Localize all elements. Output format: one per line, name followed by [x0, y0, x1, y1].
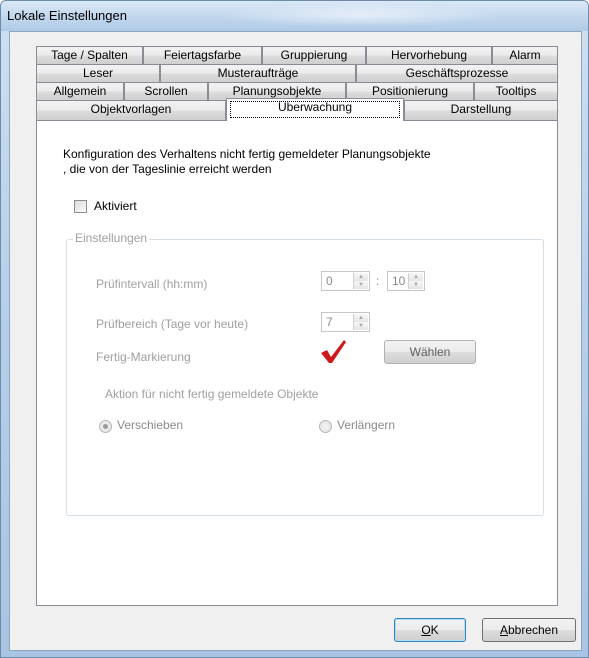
activated-checkbox[interactable]: [74, 200, 87, 213]
checkmark-icon: [321, 340, 346, 363]
title-bar[interactable]: Lokale Einstellungen: [1, 1, 588, 31]
radio-extend-label[interactable]: Verlängern: [337, 418, 395, 432]
title-bar-glow: [221, 3, 501, 27]
cancel-label-rest: bbrechen: [507, 623, 559, 637]
ok-label-rest: K: [430, 623, 439, 637]
action-label: Aktion für nicht fertig gemeldete Objekt…: [105, 387, 319, 401]
radio-move-label[interactable]: Verschieben: [117, 418, 183, 432]
tab-allgemein[interactable]: Allgemein: [36, 82, 124, 100]
tab-scrollen[interactable]: Scrollen: [124, 82, 208, 100]
ok-mnemonic: O: [421, 623, 431, 637]
dialog-client-area: Tage / Spalten Feiertagsfarbe Gruppierun…: [9, 31, 582, 651]
tab-geschaeftsprozesse[interactable]: Geschäftsprozesse: [356, 64, 558, 82]
tab-objektvorlagen[interactable]: Objektvorlagen: [36, 100, 226, 120]
activated-checkbox-label[interactable]: Aktiviert: [94, 199, 137, 213]
description-line-1: Konfiguration des Verhaltens nicht ferti…: [63, 147, 431, 161]
dialog-window: Lokale Einstellungen Tage / Spalten Feie…: [0, 0, 589, 658]
check-range-value: 7: [326, 315, 333, 329]
window-title: Lokale Einstellungen: [7, 8, 127, 23]
spin-down-icon[interactable]: ▼: [354, 322, 368, 330]
tab-feiertagsfarbe[interactable]: Feiertagsfarbe: [143, 46, 262, 64]
tab-alarm[interactable]: Alarm: [492, 46, 558, 64]
interval-hours-value: 0: [326, 274, 333, 288]
description-line-2: , die von der Tageslinie erreicht werden: [63, 162, 272, 176]
interval-minutes-value: 10: [392, 274, 406, 288]
interval-hours-spin-buttons[interactable]: ▲ ▼: [353, 273, 368, 289]
done-marker-label: Fertig-Markierung: [96, 350, 191, 364]
tab-gruppierung[interactable]: Gruppierung: [262, 46, 366, 64]
interval-minutes-spin-buttons[interactable]: ▲ ▼: [408, 273, 423, 289]
radio-move[interactable]: [99, 420, 112, 433]
description-text: Konfiguration des Verhaltens nicht ferti…: [63, 147, 523, 177]
tab-tooltips[interactable]: Tooltips: [474, 82, 558, 100]
tab-leser[interactable]: Leser: [36, 64, 160, 82]
focus-rectangle: [230, 101, 400, 118]
check-range-spinner[interactable]: 7 ▲ ▼: [321, 312, 370, 332]
choose-button[interactable]: Wählen: [384, 340, 476, 364]
spin-down-icon[interactable]: ▼: [409, 281, 423, 289]
tab-musterauftraege[interactable]: Musteraufträge: [160, 64, 356, 82]
interval-hours-spinner[interactable]: 0 ▲ ▼: [321, 271, 370, 291]
cancel-mnemonic: A: [499, 623, 508, 637]
spin-down-icon[interactable]: ▼: [354, 281, 368, 289]
tab-panel-ueberwachung: Konfiguration des Verhaltens nicht ferti…: [36, 120, 558, 606]
cancel-button[interactable]: Abbrechen: [482, 618, 576, 642]
settings-group-title: Einstellungen: [73, 231, 150, 245]
ok-button[interactable]: OK: [394, 618, 466, 642]
tab-hervorhebung[interactable]: Hervorhebung: [366, 46, 492, 64]
check-range-spin-buttons[interactable]: ▲ ▼: [353, 314, 368, 330]
interval-separator: :: [376, 274, 380, 288]
check-range-label: Prüfbereich (Tage vor heute): [96, 317, 249, 331]
check-interval-label: Prüfintervall (hh:mm): [96, 277, 208, 291]
tab-darstellung[interactable]: Darstellung: [404, 100, 558, 120]
tab-ueberwachung[interactable]: Überwachung: [226, 98, 404, 121]
radio-move-dot: [103, 424, 108, 429]
interval-minutes-spinner[interactable]: 10 ▲ ▼: [387, 271, 425, 291]
radio-extend[interactable]: [319, 420, 332, 433]
tab-tage-spalten[interactable]: Tage / Spalten: [36, 46, 143, 64]
